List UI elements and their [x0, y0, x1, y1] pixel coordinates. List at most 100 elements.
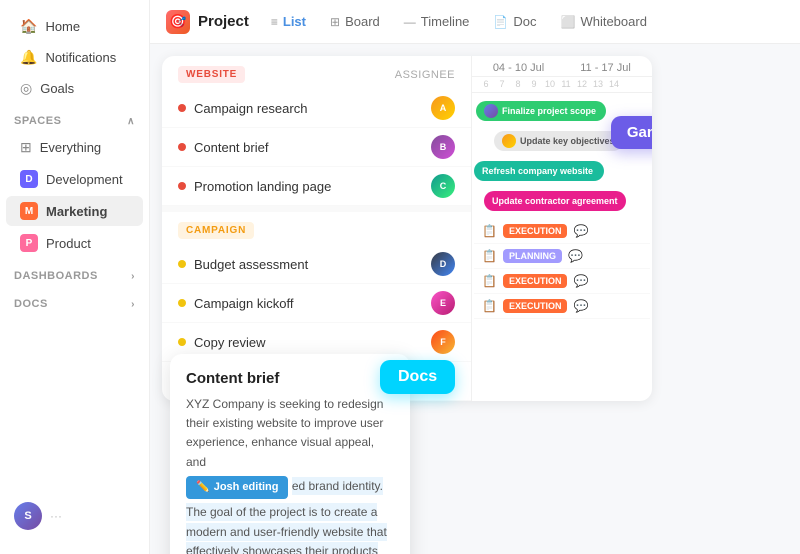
sidebar-item-label: Marketing: [46, 204, 107, 219]
timeline-icon: —: [404, 15, 416, 29]
chevron-icon: ∧: [127, 116, 135, 127]
chevron-icon: ›: [131, 271, 135, 282]
tab-board[interactable]: ⊞ Board: [320, 10, 390, 33]
assignee-header: ASSIGNEE: [395, 69, 455, 81]
sidebar-item-home[interactable]: 🏠 Home: [6, 12, 143, 41]
task-name: Copy review: [194, 335, 423, 350]
calendar-icon: 📋: [482, 274, 497, 288]
sidebar-item-marketing[interactable]: M Marketing: [6, 196, 143, 226]
user-avatar[interactable]: S: [14, 502, 42, 530]
calendar-icon: 📋: [482, 249, 497, 263]
task-name: Content brief: [194, 140, 423, 155]
tab-doc[interactable]: 📄 Doc: [483, 10, 546, 33]
whiteboard-icon: ⬜: [561, 15, 576, 29]
dev-dot: D: [20, 170, 38, 188]
sidebar-item-everything[interactable]: ⊞ Everything: [6, 133, 143, 162]
gantt-period1: 04 - 10 Jul: [480, 62, 557, 74]
gantt-day: 9: [526, 79, 542, 89]
task-row[interactable]: Budget assessment D: [162, 245, 471, 284]
task-avatar: E: [431, 291, 455, 315]
project-icon: 🎯: [166, 10, 190, 34]
task-row[interactable]: Content brief B: [162, 128, 471, 167]
website-header: WEBSITE ASSIGNEE: [162, 56, 471, 89]
list-icon: ≡: [271, 15, 278, 29]
tab-whiteboard[interactable]: ⬜ Whiteboard: [551, 10, 657, 33]
doc-icon: 📄: [493, 15, 508, 29]
task-bullet: [178, 182, 186, 190]
chevron-icon: ›: [131, 299, 135, 310]
status-badge: PLANNING: [503, 249, 562, 263]
sidebar-item-development[interactable]: D Development: [6, 164, 143, 194]
sidebar-item-label: Everything: [40, 140, 101, 155]
website-badge: WEBSITE: [178, 66, 245, 83]
campaign-badge: CAMPAIGN: [178, 222, 254, 239]
gantt-bar-1: Finalize project scope: [476, 101, 606, 121]
status-row: 📋 EXECUTION 💬: [474, 294, 650, 319]
task-gantt-card: WEBSITE ASSIGNEE Campaign research A Con…: [162, 56, 652, 401]
spaces-section: Spaces ∧: [0, 105, 149, 131]
gantt-day: 12: [574, 79, 590, 89]
status-row: 📋 EXECUTION 💬: [474, 269, 650, 294]
status-badge: EXECUTION: [503, 274, 568, 288]
sidebar-item-goals[interactable]: ◎ Goals: [6, 74, 143, 103]
pencil-icon: ✏️: [196, 479, 210, 497]
task-avatar: B: [431, 135, 455, 159]
docs-section[interactable]: Docs ›: [0, 288, 149, 314]
docs-badge: Docs: [380, 360, 455, 394]
gantt-bar-2: Update key objectives: [494, 131, 623, 151]
sidebar-item-label: Home: [45, 19, 80, 34]
task-avatar: C: [431, 174, 455, 198]
gantt-day: 13: [590, 79, 606, 89]
calendar-icon: 📋: [482, 224, 497, 238]
calendar-icon: 📋: [482, 299, 497, 313]
task-name: Campaign research: [194, 101, 423, 116]
project-title: Project: [198, 13, 249, 30]
task-bullet: [178, 338, 186, 346]
content-area: WEBSITE ASSIGNEE Campaign research A Con…: [150, 44, 800, 554]
bell-icon: 🔔: [20, 49, 37, 66]
task-bullet: [178, 104, 186, 112]
task-avatar: F: [431, 330, 455, 354]
gantt-day: 11: [558, 79, 574, 89]
task-avatar: D: [431, 252, 455, 276]
status-row: 📋 PLANNING 💬: [474, 244, 650, 269]
gantt-day: 6: [478, 79, 494, 89]
status-row: 📋 EXECUTION 💬: [474, 219, 650, 244]
grid-icon: ⊞: [20, 139, 32, 156]
chat-icon: 💬: [573, 299, 588, 313]
gantt-bar-3: Refresh company website: [474, 161, 604, 181]
sidebar-item-notifications[interactable]: 🔔 Notifications: [6, 43, 143, 72]
tab-timeline[interactable]: — Timeline: [394, 10, 480, 33]
sidebar-bottom: S ···: [0, 490, 149, 542]
sidebar-item-label: Development: [46, 172, 123, 187]
task-name: Budget assessment: [194, 257, 423, 272]
josh-editing-bar[interactable]: ✏️ Josh editing: [186, 476, 288, 500]
sidebar-item-label: Notifications: [45, 50, 116, 65]
tab-list[interactable]: ≡ List: [261, 10, 316, 33]
task-avatar: A: [431, 96, 455, 120]
chat-icon: 💬: [573, 224, 588, 238]
goals-icon: ◎: [20, 80, 32, 97]
main-area: 🎯 Project ≡ List ⊞ Board — Timeline 📄 Do…: [150, 0, 800, 554]
chat-icon: 💬: [573, 274, 588, 288]
home-icon: 🏠: [20, 18, 37, 35]
task-bullet: [178, 143, 186, 151]
dashboards-section[interactable]: Dashboards ›: [0, 260, 149, 286]
task-row[interactable]: Promotion landing page C: [162, 167, 471, 206]
more-icon: ···: [50, 509, 62, 523]
docs-card-text: XYZ Company is seeking to redesign their…: [186, 395, 394, 554]
task-row[interactable]: Campaign research A: [162, 89, 471, 128]
gantt-day: 14: [606, 79, 622, 89]
prod-dot: P: [20, 234, 38, 252]
docs-card-title: Content brief: [186, 370, 394, 387]
task-name: Promotion landing page: [194, 179, 423, 194]
gantt-period2: 11 - 17 Jul: [567, 62, 644, 74]
sidebar-item-product[interactable]: P Product: [6, 228, 143, 258]
task-name: Campaign kickoff: [194, 296, 423, 311]
status-badge: EXECUTION: [503, 299, 568, 313]
sidebar-item-label: Product: [46, 236, 91, 251]
chat-icon: 💬: [568, 249, 583, 263]
task-list: WEBSITE ASSIGNEE Campaign research A Con…: [162, 56, 472, 401]
task-row[interactable]: Campaign kickoff E: [162, 284, 471, 323]
task-bullet: [178, 299, 186, 307]
